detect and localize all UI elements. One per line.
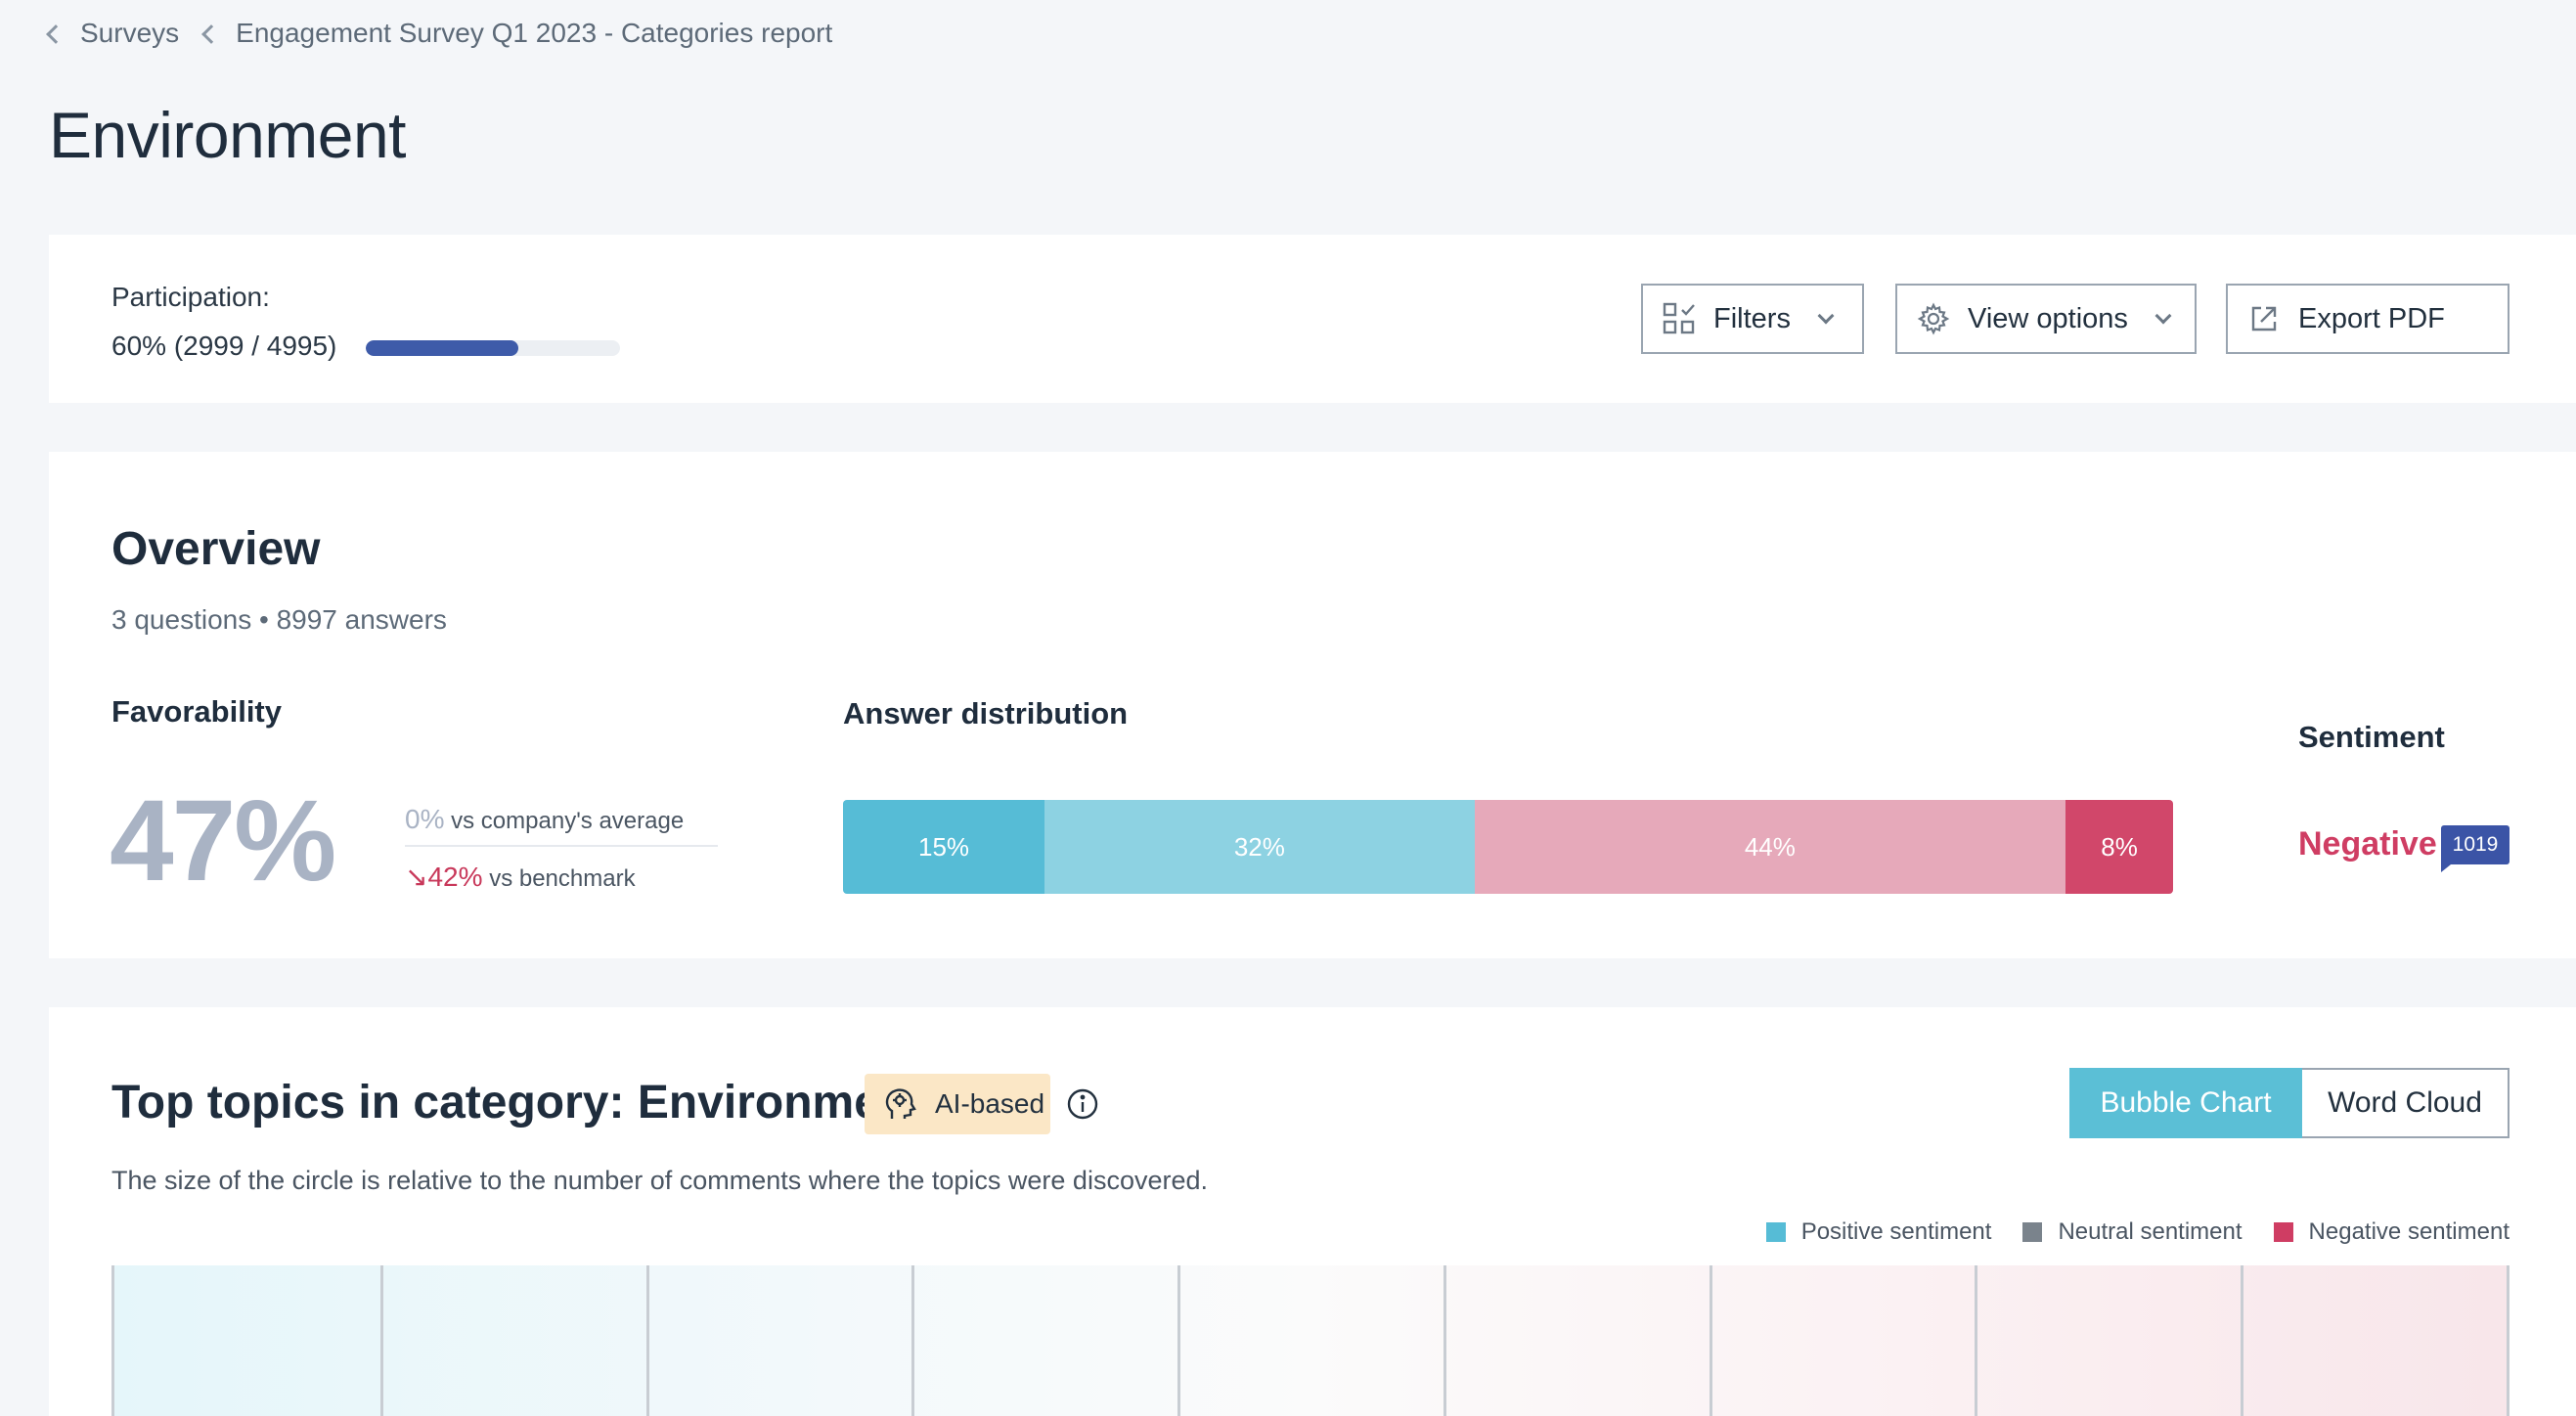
export-icon [2247,302,2281,335]
bubble-chart-area [111,1265,2509,1416]
favorability-value: 47% [110,776,336,906]
export-pdf-button[interactable]: Export PDF [2226,284,2509,354]
participation-value: 60% (2999 / 4995) [111,331,337,361]
overview-subtitle: 3 questions • 8997 answers [111,604,447,635]
word-cloud-toggle[interactable]: Word Cloud [2302,1068,2509,1138]
filters-button[interactable]: Filters [1641,284,1864,354]
legend-swatch [1765,1222,1786,1242]
ai-brain-icon [882,1085,919,1123]
plot-gridline [2241,1265,2244,1416]
export-pdf-label: Export PDF [2298,302,2445,334]
company-average-text: vs company's average [451,808,685,834]
sentiment-legend: Positive sentiment Neutral sentiment Negat… [1735,1218,2509,1246]
answer-distribution-label: Answer distribution [843,696,1129,730]
bubble-chart-toggle[interactable]: Bubble Chart [2069,1068,2302,1138]
breadcrumb: Surveys Engagement Survey Q1 2023 - Cate… [46,18,858,49]
legend-label: Neutral sentiment [2058,1218,2243,1245]
page-title: Environment [49,99,407,171]
ai-based-badge: AI-based [865,1074,1050,1134]
distribution-segment: 8% [2065,800,2173,894]
chevron-down-icon [2154,307,2172,325]
company-average-comparison: 0% vs company's average [405,804,684,835]
ai-based-label: AI-based [935,1088,1045,1119]
top-topics-title: Top topics in category: Environment [111,1077,925,1128]
benchmark-comparison: ↘42% vs benchmark [405,861,636,893]
top-topics-card: Top topics in category: Environment AI-b… [49,1007,2576,1416]
participation-label: Participation: [111,282,270,312]
filter-grid-icon [1663,302,1696,335]
plot-gridline [911,1265,915,1416]
breadcrumb-surveys[interactable]: Surveys [80,18,179,49]
participation-card: Participation: 60% (2999 / 4995) Filters… [49,235,2576,403]
comparison-divider [405,845,718,847]
legend-label: Negative sentiment [2308,1218,2509,1245]
legend-label: Positive sentiment [1800,1218,1992,1245]
top-topics-subtitle: The size of the circle is relative to th… [111,1166,1209,1195]
plot-gridline [379,1265,383,1416]
plot-gridline [1975,1265,1978,1416]
legend-swatch [2273,1222,2293,1242]
benchmark-value: ↘42% [405,862,483,892]
plot-gridline [1443,1265,1446,1416]
legend-swatch [2022,1222,2043,1242]
chevron-down-icon [1817,307,1835,325]
legend-item: Negative sentiment [2273,1218,2509,1246]
view-options-button[interactable]: View options [1895,284,2197,354]
plot-gridline [1177,1265,1181,1416]
filters-label: Filters [1713,302,1791,334]
view-options-label: View options [1968,302,2128,334]
distribution-segment: 32% [1044,800,1475,894]
distribution-segment: 15% [843,800,1045,894]
plot-gridline [1709,1265,1712,1416]
participation-progress-fill [366,340,518,356]
breadcrumb-report[interactable]: Engagement Survey Q1 2023 - Categories r… [236,18,832,49]
sentiment-count-badge: 1019 [2441,825,2509,872]
answer-distribution-bar: 15% 32% 44% 8% [843,800,2173,894]
gear-icon [1917,302,1950,335]
info-icon[interactable] [1066,1087,1099,1121]
chevron-left-icon [46,24,66,44]
overview-title: Overview [111,523,321,575]
legend-item: Positive sentiment [1765,1218,1992,1246]
legend-item: Neutral sentiment [2022,1218,2243,1246]
chevron-left-icon [201,24,222,44]
company-average-value: 0% [405,804,445,834]
distribution-segment: 44% [1474,800,2066,894]
plot-gridline [645,1265,649,1416]
sentiment-label: Sentiment [2298,720,2445,754]
overview-card: Overview 3 questions • 8997 answers Favo… [49,452,2576,958]
sentiment-value: Negative [2298,825,2437,863]
favorability-label: Favorability [111,694,282,729]
benchmark-text: vs benchmark [489,865,636,892]
participation-progress-bar [366,340,620,356]
